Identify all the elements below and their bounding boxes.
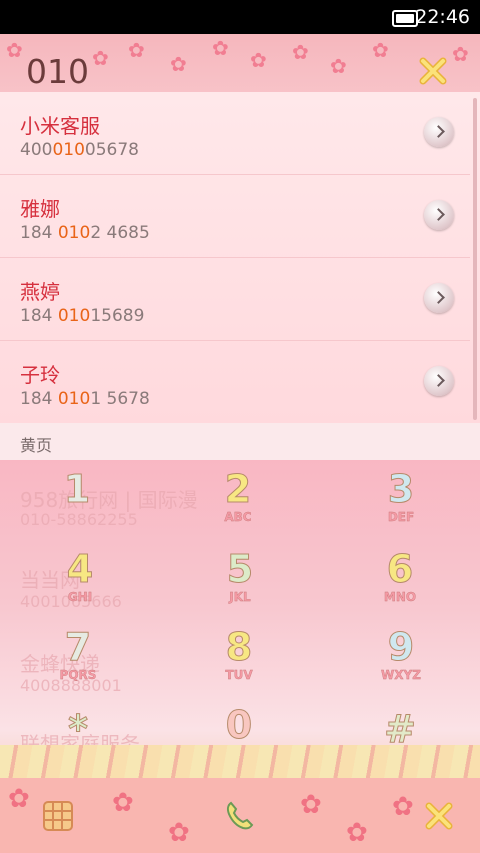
number-prefix: 184	[20, 306, 58, 326]
key-9[interactable]: 9 WXYZ	[361, 626, 441, 696]
number-match: 010	[57, 223, 91, 243]
key-digit: 7	[64, 625, 92, 669]
number-prefix: 184	[20, 389, 58, 409]
flower-icon: ✿	[372, 38, 389, 62]
key-letters: GHI	[67, 590, 93, 604]
key-digit: 6	[386, 547, 414, 591]
contact-number: 184 0102 4685	[20, 223, 150, 243]
number-prefix: 184	[20, 223, 58, 243]
key-6[interactable]: 6 MNO	[360, 548, 440, 618]
key-2[interactable]: 2 ABC	[198, 468, 278, 538]
flower-icon: ✿	[170, 52, 187, 76]
flower-icon: ✿	[250, 48, 267, 72]
key-letters: ABC	[224, 510, 252, 524]
number-match: 010	[57, 389, 91, 409]
key-letters: MNO	[383, 590, 417, 604]
close-x-icon[interactable]	[421, 798, 457, 834]
number-suffix: 05678	[84, 140, 139, 160]
key-7[interactable]: 7 PQRS	[38, 626, 118, 696]
status-bar: 22:46	[0, 0, 480, 34]
flower-icon: ✿	[128, 38, 145, 62]
flower-icon: ✿	[212, 36, 229, 60]
decorative-ground	[0, 745, 480, 781]
flower-icon: ✿	[112, 788, 134, 818]
key-letters: WXYZ	[381, 668, 421, 682]
list-item[interactable]: 子玲 184 0101 5678	[0, 341, 470, 424]
contact-name: 子玲	[20, 363, 60, 387]
list-item[interactable]: 燕婷 184 01015689	[0, 258, 470, 341]
flower-icon: ✿	[292, 40, 309, 64]
number-suffix: 15689	[90, 306, 145, 326]
result-list: 小米客服 40001005678 雅娜 184 0102 4685 燕婷 184…	[0, 92, 480, 424]
key-digit: 3	[387, 467, 415, 511]
flower-icon: ✿	[346, 818, 368, 848]
dialpad: 958旅行网 | 国际漫 010-58862255 当当网 4001065666…	[0, 460, 480, 778]
key-digit: 2	[224, 467, 252, 511]
number-suffix: 1 5678	[90, 389, 150, 409]
key-digit: #	[384, 707, 417, 751]
flower-icon: ✿	[6, 38, 23, 62]
contact-number: 184 0101 5678	[20, 389, 150, 409]
key-digit: 9	[387, 625, 415, 669]
flower-icon: ✿	[392, 792, 414, 822]
detail-arrow-icon[interactable]	[424, 117, 454, 147]
list-item[interactable]: 雅娜 184 0102 4685	[0, 175, 470, 258]
key-digit: 4	[66, 547, 94, 591]
number-suffix: 2 4685	[90, 223, 150, 243]
section-label: 黄页	[20, 436, 53, 455]
flower-icon: ✿	[92, 46, 109, 70]
flower-icon: ✿	[8, 784, 30, 814]
list-item[interactable]: 小米客服 40001005678	[0, 92, 470, 175]
contact-number: 184 01015689	[20, 306, 144, 326]
detail-arrow-icon[interactable]	[424, 283, 454, 313]
key-letters: PQRS	[59, 668, 97, 682]
key-letters: JKL	[229, 590, 251, 604]
phone-call-icon[interactable]	[222, 798, 258, 834]
number-match: 010	[57, 306, 91, 326]
key-digit: 0	[225, 703, 253, 747]
flower-icon: ✿	[300, 790, 322, 820]
status-time: 22:46	[415, 6, 470, 28]
section-header: 黄页	[0, 423, 480, 460]
key-1[interactable]: 1	[37, 468, 117, 538]
key-digit: 5	[226, 547, 254, 591]
contact-name: 燕婷	[20, 280, 60, 304]
key-digit: 1	[63, 467, 91, 511]
search-query[interactable]: 010	[26, 52, 89, 91]
detail-arrow-icon[interactable]	[424, 366, 454, 396]
number-prefix: 400	[20, 140, 53, 160]
contact-number: 40001005678	[20, 140, 139, 160]
number-match: 010	[52, 140, 85, 160]
contact-name: 小米客服	[20, 114, 100, 138]
key-4[interactable]: 4 GHI	[40, 548, 120, 618]
battery-icon	[392, 10, 418, 27]
dialpad-grid-icon[interactable]	[40, 798, 76, 834]
key-3[interactable]: 3 DEF	[361, 468, 441, 538]
key-digit: 8	[225, 625, 253, 669]
close-x-icon[interactable]	[416, 54, 450, 88]
detail-arrow-icon[interactable]	[424, 200, 454, 230]
flower-icon: ✿	[168, 818, 190, 848]
flower-icon: ✿	[330, 54, 347, 78]
key-8[interactable]: 8 TUV	[199, 626, 279, 696]
key-digit: *	[68, 707, 89, 751]
contact-name: 雅娜	[20, 197, 60, 221]
bottom-bar: ✿ ✿ ✿ ✿ ✿ ✿	[0, 778, 480, 853]
key-letters: DEF	[387, 510, 415, 524]
key-letters: TUV	[225, 668, 253, 682]
scrollbar[interactable]	[473, 98, 477, 420]
flower-icon: ✿	[452, 42, 469, 66]
key-5[interactable]: 5 JKL	[200, 548, 280, 618]
